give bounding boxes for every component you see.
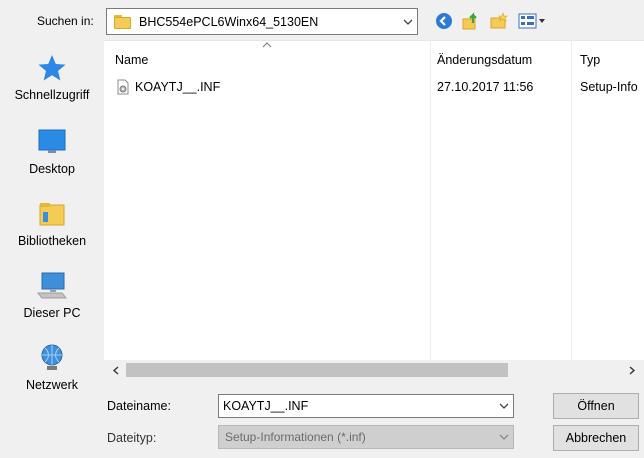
filetype-label: Dateityp: <box>107 431 157 445</box>
filename-label: Dateiname: <box>107 399 171 413</box>
column-header-date[interactable]: Änderungsdatum <box>437 53 532 67</box>
scrollbar-thumb[interactable] <box>126 363 508 377</box>
scroll-left-icon[interactable] <box>106 360 126 380</box>
desktop-icon <box>34 126 70 158</box>
new-folder-icon <box>490 12 508 29</box>
view-icon <box>518 13 545 29</box>
place-label: Dieser PC <box>23 306 81 320</box>
back-arrow-icon <box>436 13 452 29</box>
file-type: Setup-Info <box>580 80 638 94</box>
inf-file-icon <box>117 79 129 95</box>
place-desktop[interactable]: Desktop <box>0 126 104 188</box>
horizontal-scrollbar[interactable] <box>104 360 644 380</box>
look-in-label: Suchen in: <box>37 14 94 28</box>
file-list[interactable]: Name Änderungsdatum Typ KOAYTJ__.INF 27.… <box>104 40 644 380</box>
place-this-pc[interactable]: Dieser PC <box>0 270 104 332</box>
filetype-dropdown[interactable]: Setup-Informationen (*.inf) <box>218 425 514 449</box>
view-menu-button[interactable] <box>516 10 550 32</box>
folder-icon <box>114 14 131 29</box>
place-label: Netzwerk <box>25 378 79 392</box>
column-header-name[interactable]: Name <box>115 53 148 67</box>
place-label: Schnellzugriff <box>14 88 90 102</box>
look-in-dropdown[interactable]: BHC554ePCL6Winx64_5130EN <box>106 8 418 35</box>
sort-ascending-icon <box>262 42 272 48</box>
place-label: Bibliotheken <box>17 234 87 248</box>
look-in-value: BHC554ePCL6Winx64_5130EN <box>139 14 319 29</box>
back-button[interactable] <box>433 10 455 32</box>
scroll-right-icon[interactable] <box>622 360 642 380</box>
filename-input[interactable] <box>219 395 495 417</box>
up-folder-icon <box>462 12 477 30</box>
open-button[interactable]: Öffnen <box>553 393 639 419</box>
place-quick-access[interactable]: Schnellzugriff <box>0 52 104 114</box>
libraries-icon <box>34 198 70 230</box>
filename-combobox[interactable] <box>218 394 514 418</box>
chevron-down-icon[interactable] <box>495 426 513 448</box>
cancel-button[interactable]: Abbrechen <box>553 425 639 451</box>
place-network[interactable]: Netzwerk <box>0 342 104 404</box>
computer-icon <box>34 270 70 302</box>
column-header-type[interactable]: Typ <box>580 53 600 67</box>
place-label: Desktop <box>29 162 75 176</box>
file-row[interactable]: KOAYTJ__.INF 27.10.2017 11:56 Setup-Info <box>104 77 644 97</box>
star-icon <box>34 52 70 84</box>
network-icon <box>34 342 70 374</box>
chevron-down-icon[interactable] <box>399 9 417 34</box>
chevron-down-icon[interactable] <box>495 395 513 417</box>
file-name: KOAYTJ__.INF <box>135 80 221 94</box>
places-bar: Schnellzugriff Desktop Bibliotheken Dies… <box>0 40 104 410</box>
new-folder-button[interactable] <box>488 10 510 32</box>
place-libraries[interactable]: Bibliotheken <box>0 198 104 260</box>
up-folder-button[interactable] <box>460 10 482 32</box>
file-date: 27.10.2017 11:56 <box>437 80 534 94</box>
filetype-value: Setup-Informationen (*.inf) <box>225 430 366 444</box>
